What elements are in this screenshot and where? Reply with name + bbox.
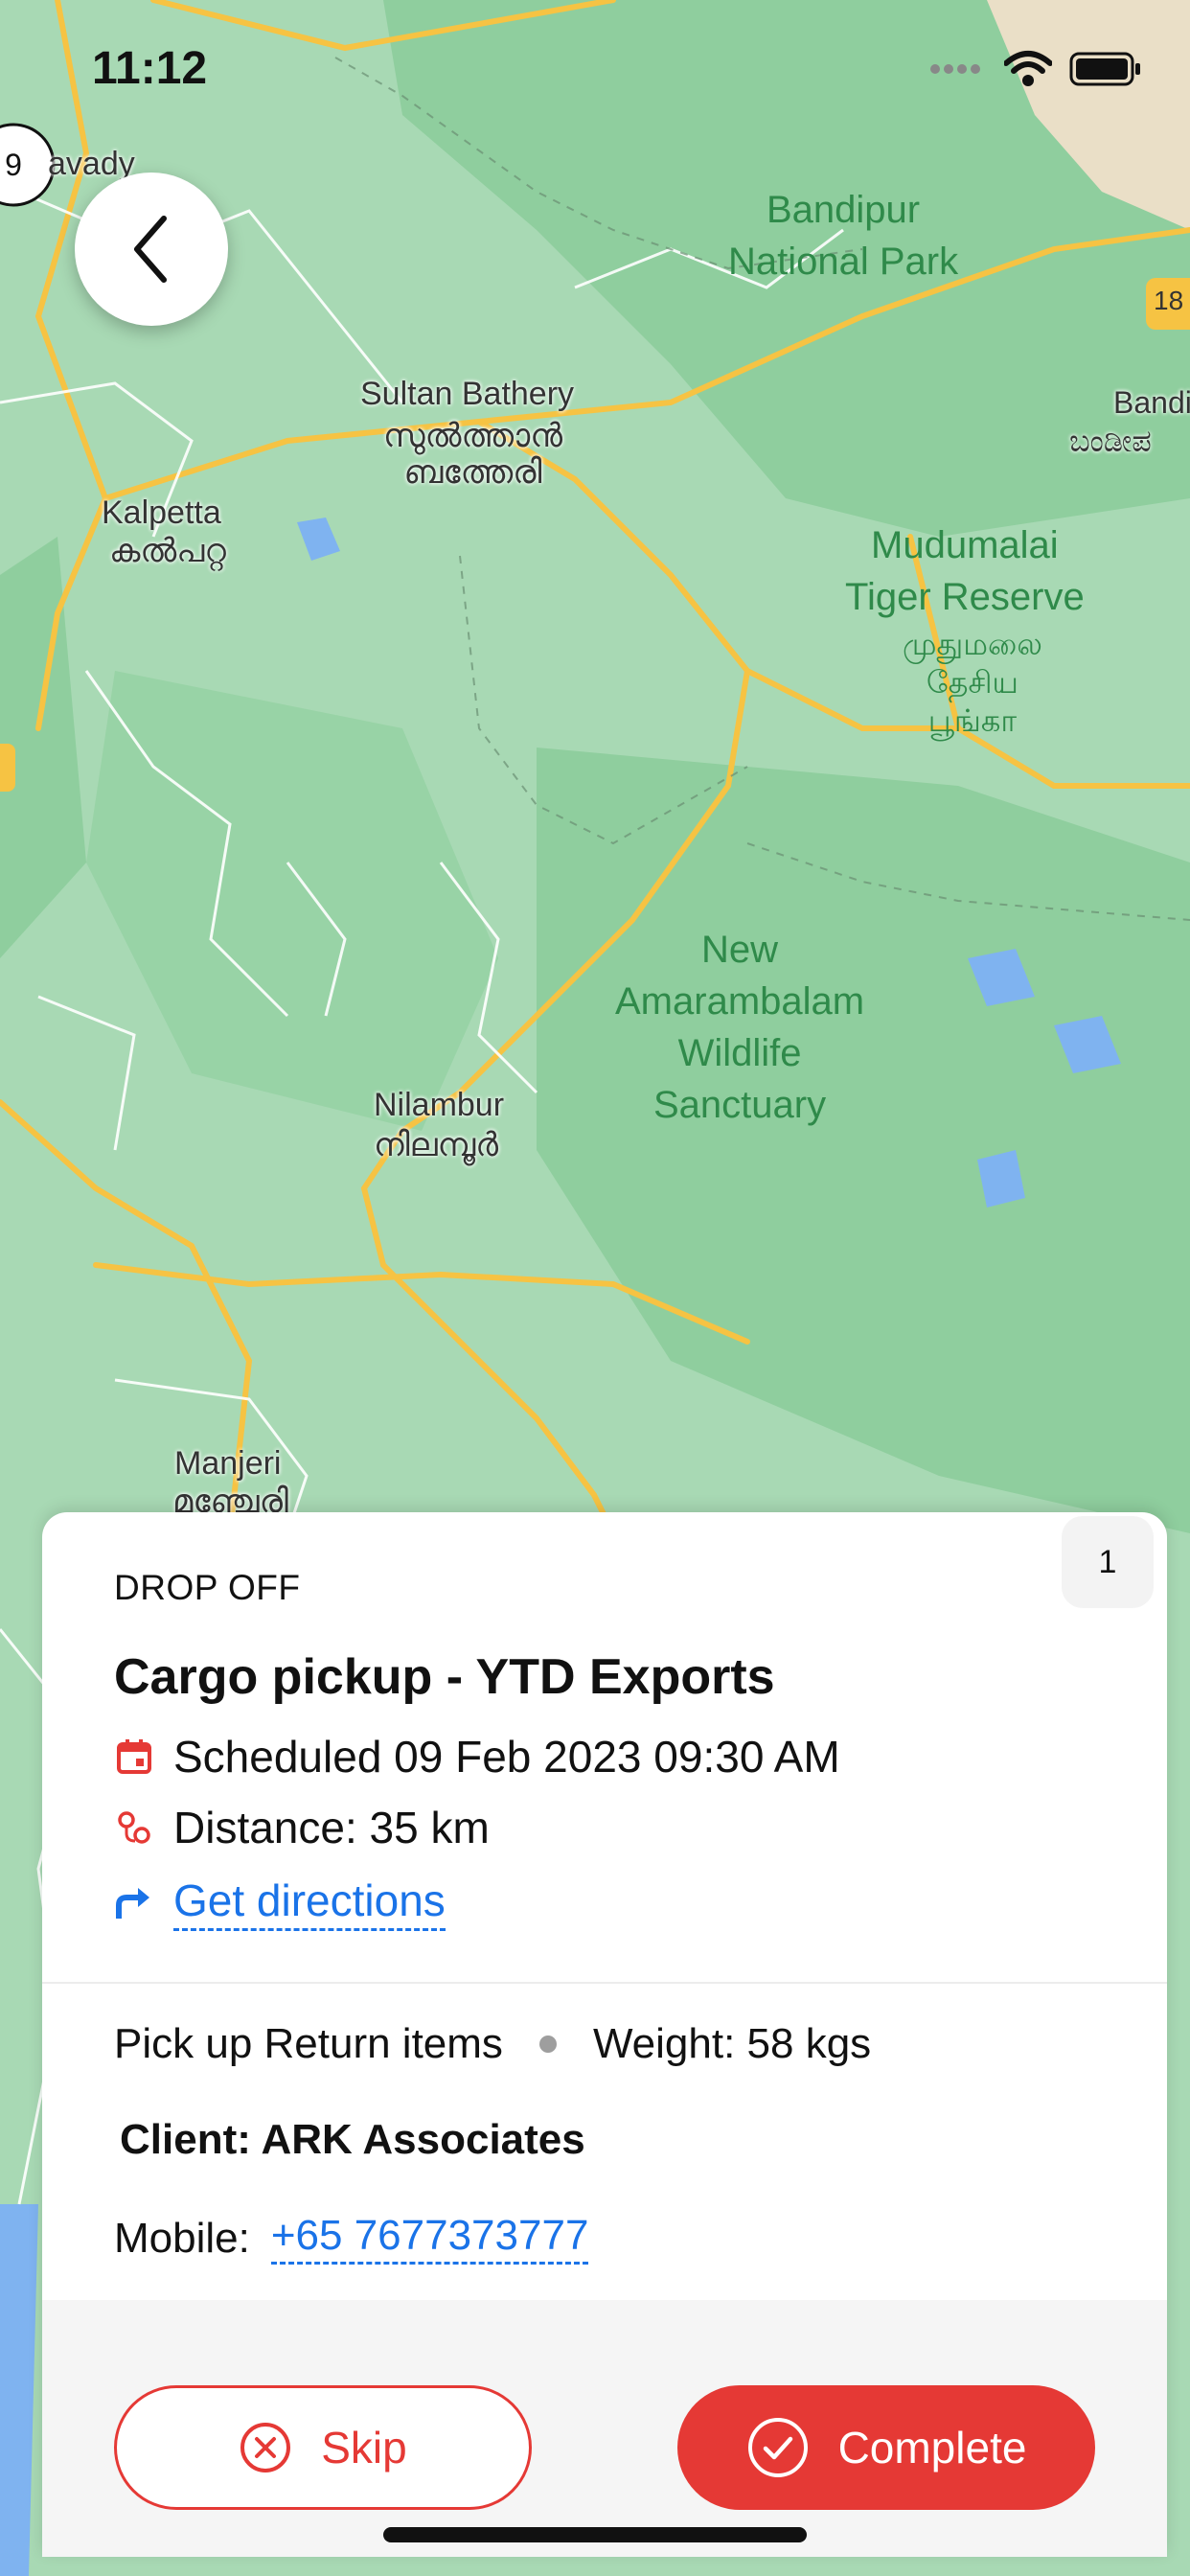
map-label-new-amarambalam: New Amarambalam Wildlife Sanctuary xyxy=(615,929,865,1126)
road-badge-18: 18 xyxy=(1154,286,1184,315)
complete-button[interactable]: Complete xyxy=(677,2385,1095,2510)
mobile-number-link[interactable]: +65 7677373777 xyxy=(270,2212,589,2265)
scheduled-text: Scheduled 09 Feb 2023 09:30 AM xyxy=(173,1732,840,1782)
map-label-mudumalai: Mudumalai Tiger Reserve xyxy=(845,524,1085,618)
task-title: Cargo pickup - YTD Exports xyxy=(114,1649,775,1705)
directions-row[interactable]: Get directions xyxy=(114,1874,446,1931)
stop-number-badge: 1 xyxy=(1062,1516,1154,1608)
get-directions-link[interactable]: Get directions xyxy=(173,1874,446,1931)
chevron-left-icon xyxy=(134,216,167,283)
action-footer: Skip Complete xyxy=(42,2300,1167,2557)
stop-details-card: 1 DROP OFF Cargo pickup - YTD Exports Sc… xyxy=(42,1512,1167,2557)
skip-label: Skip xyxy=(321,2423,407,2472)
schedule-row: Scheduled 09 Feb 2023 09:30 AM xyxy=(114,1731,840,1782)
road-badge-9: 9 xyxy=(5,148,22,182)
turn-right-arrow-icon xyxy=(114,1883,154,1923)
section-label: DROP OFF xyxy=(114,1568,301,1607)
map-label-sultan-bathery: Sultan Bathery xyxy=(360,376,575,412)
map-label-nilambur: Nilambur xyxy=(374,1087,505,1123)
status-icons xyxy=(929,50,1142,88)
battery-icon xyxy=(1069,52,1140,86)
map-label-bandipur-town: Bandip xyxy=(1113,385,1190,420)
map-label-sultan-bathery-ml: സുൽത്താൻ ബത്തേരി xyxy=(383,418,563,491)
wifi-icon xyxy=(1004,51,1052,86)
task-meta-row: Pick up Return items Weight: 58 kgs xyxy=(114,2020,871,2068)
cellular-signal-icon xyxy=(930,64,980,74)
map-label-mananthavady: avady xyxy=(48,146,135,182)
map-label-mudumalai-ta: முதுமலை தேசிய பூங்கா xyxy=(903,627,1042,738)
map-label-kalpetta-ml: കൽപറ്റ xyxy=(109,533,227,569)
client-name: Client: ARK Associates xyxy=(120,2116,585,2163)
map-label-bandipur-park: Bandipur National Park xyxy=(728,189,959,283)
distance-text: Distance: 35 km xyxy=(173,1803,490,1852)
mobile-label: Mobile: xyxy=(114,2214,250,2262)
complete-label: Complete xyxy=(837,2423,1027,2472)
home-indicator[interactable] xyxy=(383,2527,807,2542)
distance-row: Distance: 35 km xyxy=(114,1802,490,1853)
skip-button[interactable]: Skip xyxy=(114,2385,532,2510)
back-button[interactable] xyxy=(75,172,228,326)
close-circle-icon xyxy=(239,2421,292,2474)
weight-text: Weight: 58 kgs xyxy=(592,2020,872,2067)
map-label-manjeri: Manjeri xyxy=(174,1445,282,1482)
map-label-bandipur-kn: ಬಂಡೀಪ xyxy=(1069,424,1152,458)
status-bar: 11:12 xyxy=(0,0,1190,144)
card-divider xyxy=(42,1982,1167,1984)
route-pin-icon xyxy=(114,1807,154,1848)
calendar-icon xyxy=(114,1736,154,1777)
check-circle-icon xyxy=(746,2416,810,2479)
mobile-row: Mobile: +65 7677373777 xyxy=(114,2212,589,2265)
task-type-text: Pick up Return items xyxy=(114,2020,503,2067)
map-label-nilambur-ml: നിലമ്പൂർ xyxy=(374,1127,499,1163)
status-time: 11:12 xyxy=(92,43,208,94)
map-label-kalpetta: Kalpetta xyxy=(102,494,221,531)
separator-dot xyxy=(538,2036,557,2053)
